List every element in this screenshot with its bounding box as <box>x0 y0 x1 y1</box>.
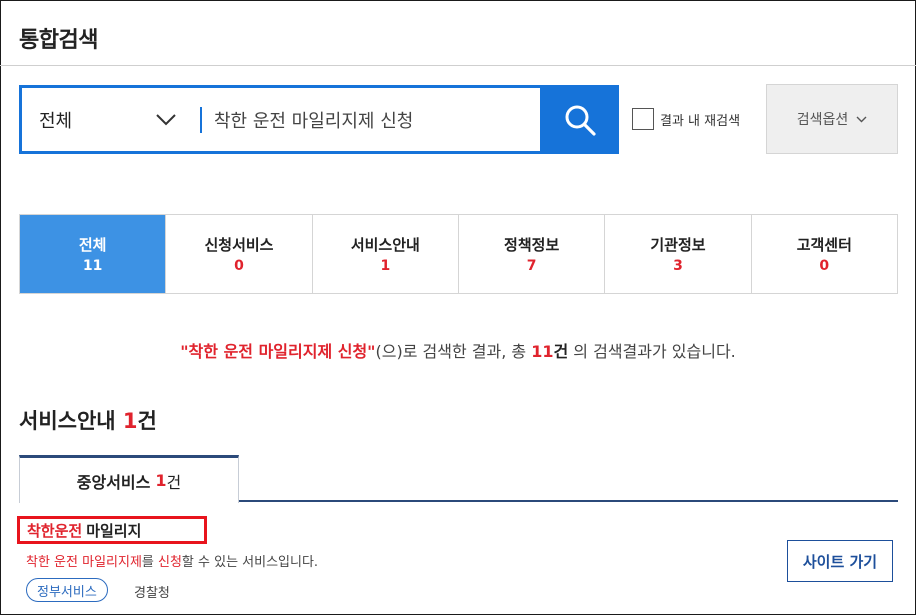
desc-highlight-2: 신청 <box>158 555 182 570</box>
tab-count: 1 <box>380 258 391 274</box>
tab-count: 7 <box>526 258 537 274</box>
tab-policy-info[interactable]: 정책정보 7 <box>457 215 605 293</box>
result-title-rest: 마일리지 <box>86 521 142 540</box>
tab-label: 서비스안내 <box>350 236 420 254</box>
tab-label: 정책정보 <box>504 236 560 254</box>
search-icon <box>565 105 596 136</box>
subtab-label: 중앙서비스 <box>76 472 151 492</box>
search-options-button[interactable]: 검색옵션 <box>766 84 898 154</box>
desc-highlight-1: 착한 운전 마일리지제 <box>26 555 142 570</box>
search-options-label: 검색옵션 <box>796 112 849 128</box>
tab-customer-center[interactable]: 고객센터 0 <box>750 215 897 293</box>
subtab-count: 1 <box>155 471 167 490</box>
tab-count: 0 <box>819 258 830 274</box>
result-title-highlight: 착한운전 <box>27 521 83 540</box>
desc-end: 할 수 있는 서비스입니다. <box>181 555 319 570</box>
section-count: 1 <box>122 409 138 433</box>
tab-count: 3 <box>673 258 683 274</box>
summary-count: 11 <box>531 342 554 361</box>
category-value: 전체 <box>39 110 73 132</box>
desc-mid: 를 <box>141 555 158 570</box>
title-divider <box>0 65 916 66</box>
section-title: 서비스안내 1건 <box>19 405 157 435</box>
visit-site-button[interactable]: 사이트 가기 <box>787 540 893 582</box>
tab-count: 11 <box>82 258 103 274</box>
tab-service-guide[interactable]: 서비스안내 1 <box>311 215 458 293</box>
summary-post: 의 검색결과가 있습니다. <box>568 342 736 361</box>
category-tabs: 전체 11 신청서비스 0 서비스안내 1 정책정보 7 기관정보 3 고객센터… <box>19 214 898 294</box>
category-select[interactable]: 전체 <box>22 88 200 151</box>
search-bar: 전체 <box>19 85 619 154</box>
chevron-down-icon <box>856 116 867 122</box>
section-unit: 건 <box>137 409 157 433</box>
result-title-link[interactable]: 착한운전 마일리지 <box>17 516 207 544</box>
tab-label: 신청서비스 <box>204 236 274 254</box>
tab-count: 0 <box>234 258 244 274</box>
chevron-down-icon <box>156 113 176 125</box>
tab-all[interactable]: 전체 11 <box>20 215 166 293</box>
summary-count-unit: 건 <box>553 342 569 361</box>
tab-agency-info[interactable]: 기관정보 3 <box>604 215 751 293</box>
agency-name: 경찰청 <box>134 586 170 601</box>
tab-application-services[interactable]: 신청서비스 0 <box>165 215 312 293</box>
result-summary: "착한 운전 마일리지제 신청"(으)로 검색한 결과, 총 11건 의 검색결… <box>0 338 916 362</box>
recheck-label: 결과 내 재검색 <box>660 113 741 129</box>
summary-pre: (으)로 검색한 결과, 총 <box>375 342 532 361</box>
result-description: 착한 운전 마일리지제를 신청할 수 있는 서비스입니다. <box>26 551 318 570</box>
tab-label: 고객센터 <box>796 236 852 254</box>
recheck-option[interactable]: 결과 내 재검색 <box>632 108 740 130</box>
section-label: 서비스안내 <box>19 409 116 433</box>
tab-label: 전체 <box>78 236 107 254</box>
summary-keyword: "착한 운전 마일리지제 신청" <box>180 342 376 361</box>
tab-label: 기관정보 <box>650 236 706 254</box>
search-button[interactable] <box>540 85 619 154</box>
tab-central-services[interactable]: 중앙서비스 1 건 <box>19 455 239 503</box>
search-input[interactable] <box>202 88 540 151</box>
subtab-unit: 건 <box>166 472 182 492</box>
recheck-checkbox[interactable] <box>632 108 654 130</box>
service-type-badge: 정부서비스 <box>26 578 108 602</box>
page-title: 통합검색 <box>19 28 98 53</box>
